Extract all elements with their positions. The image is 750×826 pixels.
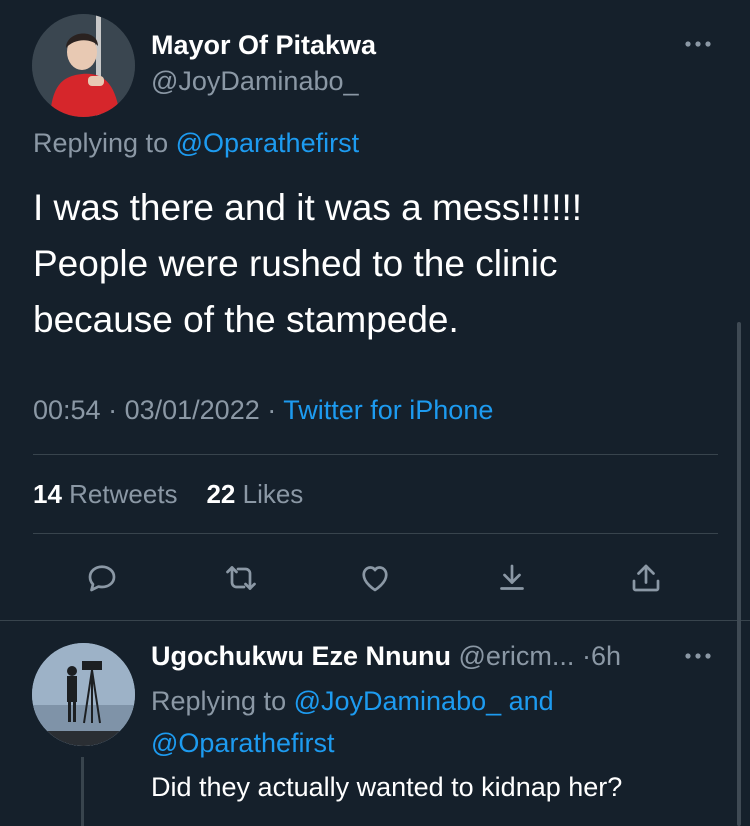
- likes-label: Likes: [242, 479, 304, 509]
- reply-separator: ·: [581, 641, 591, 671]
- reply-time: 6h: [590, 641, 621, 671]
- reply-text: Did they actually wanted to kidnap her?: [151, 772, 623, 802]
- tweet-detail-view: Mayor Of Pitakwa @JoyDaminabo_ Replying …: [0, 0, 750, 826]
- reply-replying-and: and: [508, 686, 554, 716]
- author-avatar-image: [32, 14, 135, 117]
- tweet-stats: 14 Retweets 22 Likes: [33, 479, 303, 510]
- heart-icon: [362, 566, 388, 592]
- divider: [33, 533, 718, 534]
- author-avatar[interactable]: [32, 14, 135, 117]
- reply-button[interactable]: [82, 558, 122, 598]
- tweet-text: I was there and it was a mess!!!!!! Peop…: [33, 187, 583, 340]
- replying-to-prefix: Replying to: [33, 128, 169, 158]
- retweets-count: 14: [33, 479, 62, 509]
- divider: [0, 620, 750, 621]
- reply-author-avatar[interactable]: [32, 643, 135, 746]
- reply-replying-link-1[interactable]: @JoyDaminabo_: [294, 686, 502, 716]
- retweet-button[interactable]: [221, 558, 261, 598]
- meta-separator: ·: [108, 395, 125, 425]
- reply-replying-to-line: Replying to @JoyDaminabo_ and @Oparathef…: [151, 680, 711, 764]
- retweets-label: Retweets: [69, 479, 178, 509]
- retweets-stat[interactable]: 14 Retweets: [33, 479, 178, 509]
- bookmark-download-icon: [500, 564, 524, 590]
- replying-to-line: Replying to @Oparathefirst: [33, 128, 359, 159]
- thread-connector-line: [81, 757, 84, 826]
- save-button[interactable]: [492, 558, 532, 598]
- reply-author-handle[interactable]: @ericm...: [459, 641, 575, 671]
- scrollbar[interactable]: [737, 322, 741, 826]
- reply-more-options-icon[interactable]: [683, 646, 713, 666]
- retweet-icon: [226, 566, 256, 590]
- likes-count: 22: [206, 479, 236, 509]
- tweet-date: 03/01/2022: [124, 395, 260, 425]
- tweet-meta: 00:54 · 03/01/2022 · Twitter for iPhone: [33, 395, 493, 426]
- reply-replying-link-2[interactable]: @Oparathefirst: [151, 728, 334, 758]
- meta-separator: ·: [267, 395, 284, 425]
- tweet-time: 00:54: [33, 395, 101, 425]
- divider: [33, 454, 718, 455]
- reply-replying-prefix: Replying to: [151, 686, 287, 716]
- likes-stat[interactable]: 22 Likes: [206, 479, 303, 509]
- share-button[interactable]: [626, 558, 666, 598]
- like-button[interactable]: [355, 558, 395, 598]
- reply-avatar-image: [32, 643, 135, 746]
- reply-icon: [88, 565, 116, 592]
- author-handle[interactable]: @JoyDaminabo_: [151, 66, 359, 97]
- reply-header: Ugochukwu Eze Nnunu @ericm... ·6h: [151, 641, 671, 672]
- more-options-icon[interactable]: [683, 34, 713, 54]
- replying-to-link[interactable]: @Oparathefirst: [176, 128, 359, 158]
- tweet-source-link[interactable]: Twitter for iPhone: [283, 395, 493, 425]
- share-icon: [632, 564, 660, 592]
- author-name[interactable]: Mayor Of Pitakwa: [151, 30, 376, 61]
- reply-author-name[interactable]: Ugochukwu Eze Nnunu: [151, 641, 451, 671]
